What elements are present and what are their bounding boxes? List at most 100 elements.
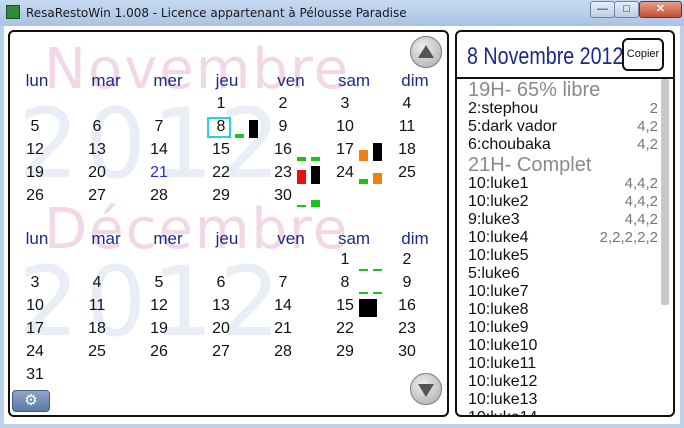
occupancy-marker: [359, 292, 368, 294]
window-title: ResaRestoWin 1.008 - Licence appartenant…: [26, 6, 407, 20]
calendar-day[interactable]: 28: [148, 187, 170, 205]
calendar-day[interactable]: 15: [210, 141, 232, 159]
calendar-day[interactable]: 26: [148, 343, 170, 361]
calendar-day[interactable]: 5: [148, 274, 170, 292]
calendar-day[interactable]: 10: [334, 118, 356, 136]
reservation-item[interactable]: 10:luke8: [468, 301, 658, 319]
calendar-day[interactable]: 20: [210, 320, 232, 338]
calendar-day[interactable]: 1: [210, 95, 232, 113]
calendar-day[interactable]: 13: [86, 141, 108, 159]
calendar-day[interactable]: 28: [272, 343, 294, 361]
occupancy-marker: [359, 150, 368, 161]
calendar-day[interactable]: 14: [148, 141, 170, 159]
calendar-day[interactable]: 4: [396, 95, 418, 113]
copy-button[interactable]: Copier: [622, 38, 664, 71]
reservation-item[interactable]: 10:luke11: [468, 355, 658, 373]
reservation-item[interactable]: 10:luke4 2,2,2,2,2: [468, 229, 658, 247]
calendar-day[interactable]: 9: [396, 274, 418, 292]
calendar-day[interactable]: 11: [396, 118, 418, 136]
title-bar[interactable]: ResaRestoWin 1.008 - Licence appartenant…: [0, 0, 684, 26]
reservation-item[interactable]: 10:luke13: [468, 391, 658, 409]
calendar-day[interactable]: 27: [210, 343, 232, 361]
calendar-day[interactable]: 3: [334, 95, 356, 113]
calendar-day[interactable]: 5: [24, 118, 46, 136]
calendar-day[interactable]: 25: [396, 164, 418, 182]
calendar-day[interactable]: 22: [334, 320, 356, 338]
calendar-day[interactable]: 9: [272, 118, 294, 136]
calendar-day[interactable]: 13: [210, 297, 232, 315]
calendar-day[interactable]: 31: [24, 366, 46, 384]
calendar-day[interactable]: 27: [86, 187, 108, 205]
reservation-item[interactable]: 6:choubaka 4,2: [468, 136, 658, 154]
calendar-day[interactable]: 4: [86, 274, 108, 292]
calendar-day[interactable]: 2: [272, 95, 294, 113]
calendar-day[interactable]: 23: [396, 320, 418, 338]
calendar-day[interactable]: 25: [86, 343, 108, 361]
calendar-day[interactable]: 24: [24, 343, 46, 361]
reservation-label: 10:luke1: [468, 175, 529, 192]
calendar-day[interactable]: 21: [272, 320, 294, 338]
reservation-item[interactable]: 5:luke6: [468, 265, 658, 283]
calendar-day[interactable]: 30: [396, 343, 418, 361]
calendar-day[interactable]: 8: [334, 274, 356, 292]
calendar-day[interactable]: 12: [24, 141, 46, 159]
calendar-day[interactable]: 3: [24, 274, 46, 292]
calendar-day[interactable]: 12: [148, 297, 170, 315]
calendar-day[interactable]: 10: [24, 297, 46, 315]
reservation-item[interactable]: 10:luke5: [468, 247, 658, 265]
weekday-header: dim: [401, 71, 429, 90]
calendar-day[interactable]: 29: [334, 343, 356, 361]
calendar-day[interactable]: 11: [86, 297, 108, 315]
calendar-day[interactable]: 23: [272, 164, 294, 182]
calendar-day[interactable]: 2: [396, 251, 418, 269]
calendar-day[interactable]: 24: [334, 164, 356, 182]
maximize-button[interactable]: □: [614, 1, 639, 18]
occupancy-marker: [249, 120, 258, 138]
reservation-item[interactable]: 10:luke12: [468, 373, 658, 391]
calendar-day[interactable]: 1: [334, 251, 356, 269]
previous-month-button[interactable]: [410, 36, 442, 68]
time-slot-header[interactable]: 21H- Complet: [468, 154, 658, 176]
time-slot-header[interactable]: 19H- 65% libre: [468, 79, 658, 101]
reservation-label: 5:luke6: [468, 265, 520, 282]
calendar-day[interactable]: 18: [396, 141, 418, 159]
reservation-item[interactable]: 9:luke3 4,4,2: [468, 211, 658, 229]
minimize-button[interactable]: —: [590, 1, 615, 18]
reservation-item[interactable]: 10:luke10: [468, 337, 658, 355]
calendar-day[interactable]: 7: [148, 118, 170, 136]
reservation-item[interactable]: 10:luke7: [468, 283, 658, 301]
calendar-day[interactable]: 19: [24, 164, 46, 182]
close-button[interactable]: ✕: [639, 1, 682, 18]
calendar-day[interactable]: 14: [272, 297, 294, 315]
weekday-header: lun: [25, 71, 49, 90]
reservation-item[interactable]: 10:luke9: [468, 319, 658, 337]
scrollbar[interactable]: [661, 79, 669, 305]
reservation-label: 10:luke4: [468, 229, 529, 246]
calendar-day[interactable]: 17: [24, 320, 46, 338]
calendar-day[interactable]: 30: [272, 187, 294, 205]
calendar-day[interactable]: 6: [210, 274, 232, 292]
reservation-item[interactable]: 2:stephou 2: [468, 100, 658, 118]
calendar-day[interactable]: 6: [86, 118, 108, 136]
calendar-day[interactable]: 8: [210, 118, 232, 136]
reservation-item[interactable]: 10:luke14: [468, 409, 658, 415]
calendar-day[interactable]: 7: [272, 274, 294, 292]
reservation-item[interactable]: 10:luke2 4,4,2: [468, 193, 658, 211]
calendar-day[interactable]: 20: [86, 164, 108, 182]
next-month-button[interactable]: [410, 373, 442, 405]
occupancy-marker: [297, 170, 306, 184]
reservation-list[interactable]: 19H- 65% libre 2:stephou 2 5:dark vador 4,2 6…: [457, 79, 661, 415]
calendar-day[interactable]: 21: [148, 164, 170, 182]
calendar-day[interactable]: 16: [272, 141, 294, 159]
calendar-day[interactable]: 18: [86, 320, 108, 338]
settings-button[interactable]: ⚙: [12, 390, 50, 412]
calendar-day[interactable]: 16: [396, 297, 418, 315]
reservation-item[interactable]: 5:dark vador 4,2: [468, 118, 658, 136]
calendar-day[interactable]: 26: [24, 187, 46, 205]
reservation-item[interactable]: 10:luke1 4,4,2: [468, 175, 658, 193]
calendar-day[interactable]: 15: [334, 297, 356, 315]
calendar-day[interactable]: 17: [334, 141, 356, 159]
calendar-day[interactable]: 19: [148, 320, 170, 338]
calendar-day[interactable]: 22: [210, 164, 232, 182]
calendar-day[interactable]: 29: [210, 187, 232, 205]
